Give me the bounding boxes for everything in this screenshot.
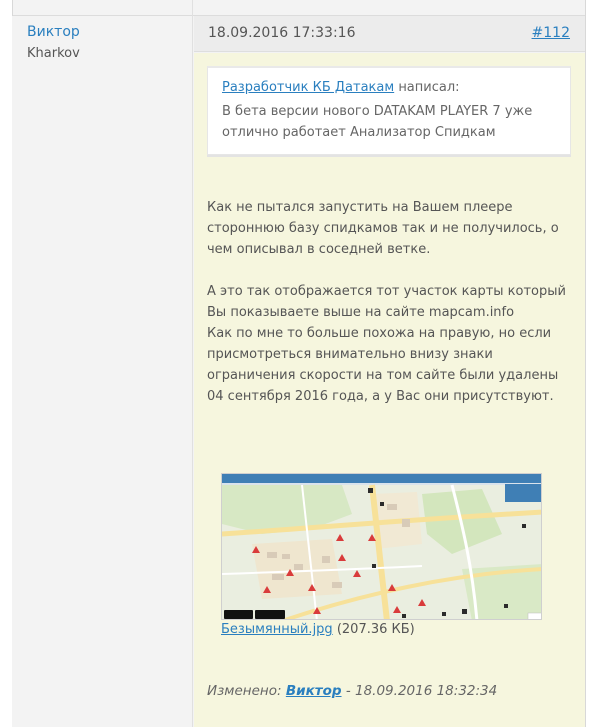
post-paragraph-2: А это так отображается тот участок карты… bbox=[207, 284, 566, 404]
attachment-filename-link[interactable]: Безымянный.jpg bbox=[221, 622, 333, 637]
quote-block: Разработчик КБ Датакам написал: В бета в… bbox=[207, 66, 571, 155]
post-number-link[interactable]: #112 bbox=[532, 25, 570, 41]
attachment-map-image[interactable] bbox=[221, 473, 542, 620]
column-divider bbox=[192, 0, 193, 16]
post-paragraph-1: Как не пытался запустить на Вашем плеере… bbox=[207, 200, 559, 257]
post-date: 18.09.2016 17:33:16 bbox=[208, 25, 356, 41]
edited-by-link[interactable]: Виктор bbox=[286, 683, 342, 699]
quote-header: Разработчик КБ Датакам написал: bbox=[222, 80, 460, 95]
author-column bbox=[12, 16, 193, 727]
quote-wrote-label: написал: bbox=[398, 80, 460, 95]
attachment-caption: Безымянный.jpg (207.36 КБ) bbox=[221, 622, 415, 637]
quote-text: В бета версии нового DATAKAM PLAYER 7 уж… bbox=[222, 104, 533, 140]
author-location: Kharkov bbox=[27, 46, 80, 61]
edited-separator: - bbox=[341, 683, 355, 699]
edited-note: Изменено: Виктор - 18.09.2016 18:32:34 bbox=[207, 683, 497, 699]
author-name-link[interactable]: Виктор bbox=[27, 24, 80, 40]
edited-label: Изменено: bbox=[207, 683, 282, 699]
attachment-size: (207.36 КБ) bbox=[336, 622, 415, 637]
previous-post-strip bbox=[13, 0, 585, 16]
edited-timestamp: 18.09.2016 18:32:34 bbox=[355, 683, 498, 699]
quote-author-link[interactable]: Разработчик КБ Датакам bbox=[222, 80, 394, 95]
